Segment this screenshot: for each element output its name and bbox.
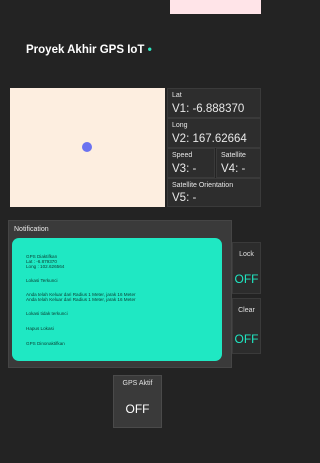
app-title: Proyek Akhir GPS IoT: [26, 44, 145, 56]
lat-display: Lat V1: -6.888370: [167, 88, 261, 118]
orientation-label: Satellite Orientation: [172, 182, 234, 189]
notification-title: Notification: [14, 226, 49, 233]
gps-label: GPS Aktif: [122, 380, 153, 387]
satellite-label: Satellite: [221, 152, 246, 159]
top-banner: [170, 0, 261, 14]
long-value: V2: 167.62664: [172, 133, 247, 145]
speed-display: Speed V3: -: [167, 148, 215, 178]
online-indicator-icon: •: [147, 42, 152, 56]
lock-label: Lock: [239, 251, 254, 258]
lat-label: Lat: [172, 92, 182, 99]
gps-toggle-button[interactable]: GPS Aktif OFF: [113, 375, 162, 428]
long-label: Long: [172, 122, 188, 129]
clear-state: OFF: [234, 332, 259, 346]
page-title: Proyek Akhir GPS IoT •: [26, 42, 152, 56]
notification-line: GPS Dinonaktifkan: [26, 341, 65, 346]
long-display: Long V2: 167.62664: [167, 118, 261, 148]
notification-line: Lokasi tidak terkunci: [26, 311, 68, 316]
orientation-display: Satellite Orientation V5: -: [167, 178, 261, 207]
notification-line: Lokasi Terkunci: [26, 278, 58, 283]
lock-button[interactable]: Lock OFF: [232, 242, 261, 294]
notification-line: Hapus Lokasi: [26, 326, 54, 331]
speed-value: V3: -: [172, 163, 197, 175]
satellite-display: Satellite V4: -: [216, 148, 261, 178]
location-marker-icon: [82, 142, 92, 152]
lat-value: V1: -6.888370: [172, 103, 245, 115]
speed-label: Speed: [172, 152, 193, 159]
clear-button[interactable]: Clear OFF: [232, 298, 261, 354]
lock-state: OFF: [234, 272, 259, 286]
orientation-value: V5: -: [172, 192, 197, 204]
satellite-value: V4: -: [221, 163, 246, 175]
notification-line: Long : 102.626564: [26, 264, 65, 269]
clear-label: Clear: [238, 307, 255, 314]
notification-log[interactable]: GPS Diaktifkan Lat : -6.879370 Long : 10…: [12, 238, 222, 361]
notification-line: Anda telah Keluar dari Radius 1 Meter, j…: [26, 297, 136, 302]
gps-state: OFF: [125, 402, 150, 416]
